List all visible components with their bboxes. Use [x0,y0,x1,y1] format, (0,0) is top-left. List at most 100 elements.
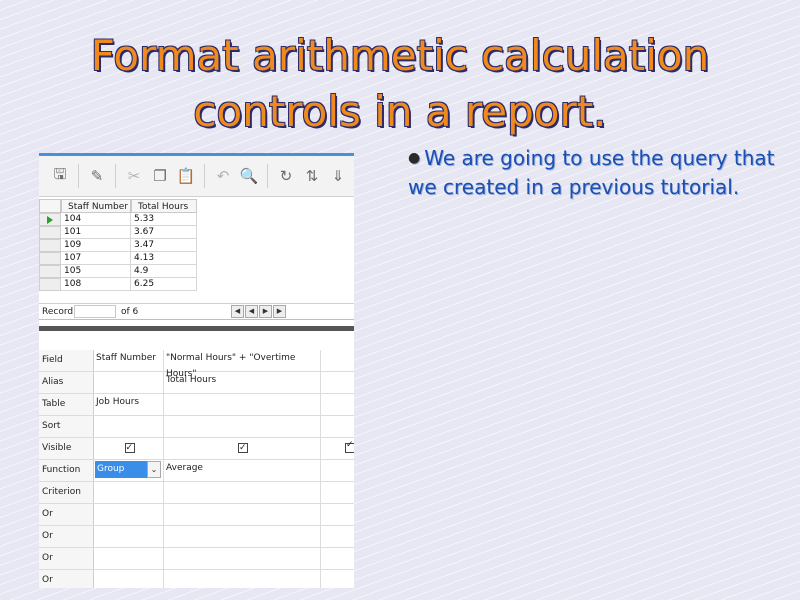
table-cell[interactable]: 101 [61,226,131,239]
design-cell[interactable] [321,372,354,393]
toolbar-separator [115,164,116,188]
table-cell[interactable]: 105 [61,265,131,278]
table-cell[interactable]: 108 [61,278,131,291]
next-record-icon[interactable]: ▶ [259,305,272,318]
previous-record-icon[interactable]: ◀ [245,305,258,318]
undo-icon[interactable]: ↶ [212,165,234,187]
design-cell[interactable] [321,570,354,588]
design-cell[interactable] [94,416,164,437]
datagrid-header: Staff Number Total Hours [39,199,197,213]
table-cell[interactable]: 109 [61,239,131,252]
design-cell[interactable] [94,504,164,525]
row-label: Or [39,526,94,547]
slide-title-line1: Format arithmetic calculation [90,31,710,80]
row-label: Or [39,548,94,569]
design-row-visible: Visible [39,438,354,460]
row-label: Or [39,504,94,525]
design-cell[interactable] [321,416,354,437]
first-record-icon[interactable]: ◀ [231,305,244,318]
design-cell[interactable]: Staff Number [94,350,164,371]
paste-icon[interactable]: 📋 [175,165,197,187]
function-select[interactable]: Group ⌄ [95,461,161,478]
design-cell[interactable]: Average [164,460,321,481]
design-row-alias: Alias Total Hours [39,372,354,394]
design-cell[interactable] [164,482,321,503]
design-cell[interactable] [321,482,354,503]
design-cell[interactable]: Total Hours [164,372,321,393]
design-row-or: Or [39,548,354,570]
row-selector[interactable] [39,213,61,226]
datagrid-corner [39,199,61,213]
row-label: Table [39,394,94,415]
row-selector[interactable] [39,226,61,239]
bullet-text: We are going to use the query that we cr… [408,146,775,199]
design-cell[interactable] [321,548,354,569]
design-cell [321,438,354,459]
table-row[interactable]: 109 3.47 [39,239,197,252]
find-icon[interactable]: 🔍 [238,165,260,187]
query-design-grid: Field Staff Number "Normal Hours" + "Ove… [39,350,354,588]
last-record-icon[interactable]: ▶ [273,305,286,318]
column-header-total-hours[interactable]: Total Hours [131,199,197,213]
edit-icon[interactable]: ✎ [86,165,108,187]
design-cell[interactable] [94,548,164,569]
column-header-staff-number[interactable]: Staff Number [61,199,131,213]
design-cell[interactable] [94,372,164,393]
table-row[interactable]: 101 3.67 [39,226,197,239]
visible-checkbox[interactable] [345,440,354,453]
row-selector[interactable] [39,252,61,265]
row-selector[interactable] [39,239,61,252]
table-row[interactable]: 105 4.9 [39,265,197,278]
copy-icon[interactable]: ❐ [149,165,171,187]
table-cell[interactable]: 3.67 [131,226,197,239]
toolbar: 🖫 ✎ ✂ ❐ 📋 ↶ 🔍 ↻ ⇅ ⇓ [39,156,354,197]
visible-checkbox[interactable] [124,440,135,456]
table-cell[interactable]: 6.25 [131,278,197,291]
table-row[interactable]: 104 5.33 [39,213,197,226]
table-row[interactable]: 108 6.25 [39,278,197,291]
filter-icon[interactable]: ⇓ [327,165,349,187]
toolbar-separator [78,164,79,188]
design-cell[interactable] [164,416,321,437]
record-number-input[interactable] [74,305,116,318]
design-cell[interactable] [94,482,164,503]
slide-title: Format arithmetic calculation controls i… [0,28,800,140]
design-cell[interactable] [321,504,354,525]
cut-icon[interactable]: ✂ [123,165,145,187]
table-cell[interactable]: 104 [61,213,131,226]
sort-icon[interactable]: ⇅ [301,165,323,187]
row-selector[interactable] [39,278,61,291]
row-label: Criterion [39,482,94,503]
pane-splitter[interactable] [39,326,354,331]
current-row-arrow-icon [47,216,53,224]
refresh-icon[interactable]: ↻ [275,165,297,187]
design-cell[interactable] [94,526,164,547]
save-icon[interactable]: 🖫 [49,165,71,187]
row-label: Field [39,350,94,371]
design-cell[interactable] [164,570,321,588]
design-cell[interactable] [164,526,321,547]
design-cell[interactable]: "Normal Hours" + "Overtime Hours" [164,350,321,379]
table-row[interactable]: 107 4.13 [39,252,197,265]
chevron-down-icon[interactable]: ⌄ [147,461,161,478]
table-cell[interactable]: 3.47 [131,239,197,252]
table-cell[interactable]: 5.33 [131,213,197,226]
design-cell[interactable] [321,460,354,481]
design-cell[interactable] [321,350,354,371]
design-cell[interactable] [164,548,321,569]
table-cell[interactable]: 4.9 [131,265,197,278]
table-cell[interactable]: 4.13 [131,252,197,265]
design-cell[interactable] [164,394,321,415]
design-cell[interactable] [321,526,354,547]
row-selector[interactable] [39,265,61,278]
table-cell[interactable]: 107 [61,252,131,265]
function-select-value: Group [95,461,147,478]
design-cell[interactable] [94,570,164,588]
visible-checkbox[interactable] [238,440,248,456]
design-cell [94,438,164,459]
design-cell[interactable] [164,504,321,525]
row-label: Visible [39,438,94,459]
row-label: Or [39,570,94,588]
design-cell[interactable] [321,394,354,415]
design-cell[interactable]: Job Hours [94,394,164,415]
